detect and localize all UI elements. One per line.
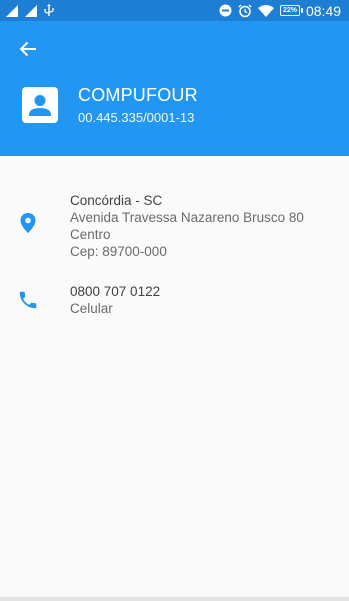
contact-card-icon bbox=[22, 87, 58, 123]
phone-text: 0800 707 0122 Celular bbox=[70, 283, 160, 317]
location-pin-icon bbox=[20, 213, 36, 233]
status-bar: 22% 08:49 bbox=[0, 0, 349, 21]
battery-icon: 22% bbox=[279, 5, 303, 16]
do-not-disturb-icon bbox=[219, 4, 232, 17]
battery-level: 22% bbox=[282, 7, 297, 14]
address-row[interactable]: Concórdia - SC Avenida Travessa Nazareno… bbox=[0, 192, 349, 262]
phone-row[interactable]: 0800 707 0122 Celular bbox=[0, 283, 349, 319]
status-bar-left bbox=[6, 4, 54, 17]
address-district: Centro bbox=[70, 227, 111, 242]
address-street: Avenida Travessa Nazareno Brusco 80 bbox=[70, 210, 304, 225]
signal-icon bbox=[25, 4, 37, 17]
phone-type: Celular bbox=[70, 301, 113, 316]
phone-icon bbox=[19, 291, 37, 309]
usb-icon bbox=[44, 4, 54, 16]
wifi-icon bbox=[257, 4, 274, 17]
status-bar-right: 22% 08:49 bbox=[219, 3, 341, 19]
phone-number: 0800 707 0122 bbox=[70, 284, 161, 299]
address-city-state: Concórdia - SC bbox=[70, 193, 163, 208]
status-time: 08:49 bbox=[305, 2, 341, 19]
arrow-back-icon bbox=[19, 41, 36, 57]
address-zip: Cep: 89700-000 bbox=[70, 244, 167, 259]
bottom-divider bbox=[0, 597, 349, 601]
alarm-icon bbox=[238, 3, 252, 17]
company-name: COMPUFOUR bbox=[78, 85, 198, 105]
signal-icon bbox=[6, 4, 18, 17]
app-bar: COMPUFOUR 00.445.335/0001-13 bbox=[0, 21, 349, 156]
company-cnpj: 00.445.335/0001-13 bbox=[78, 110, 195, 125]
back-button[interactable] bbox=[14, 35, 42, 63]
address-text: Concórdia - SC Avenida Travessa Nazareno… bbox=[70, 192, 304, 260]
